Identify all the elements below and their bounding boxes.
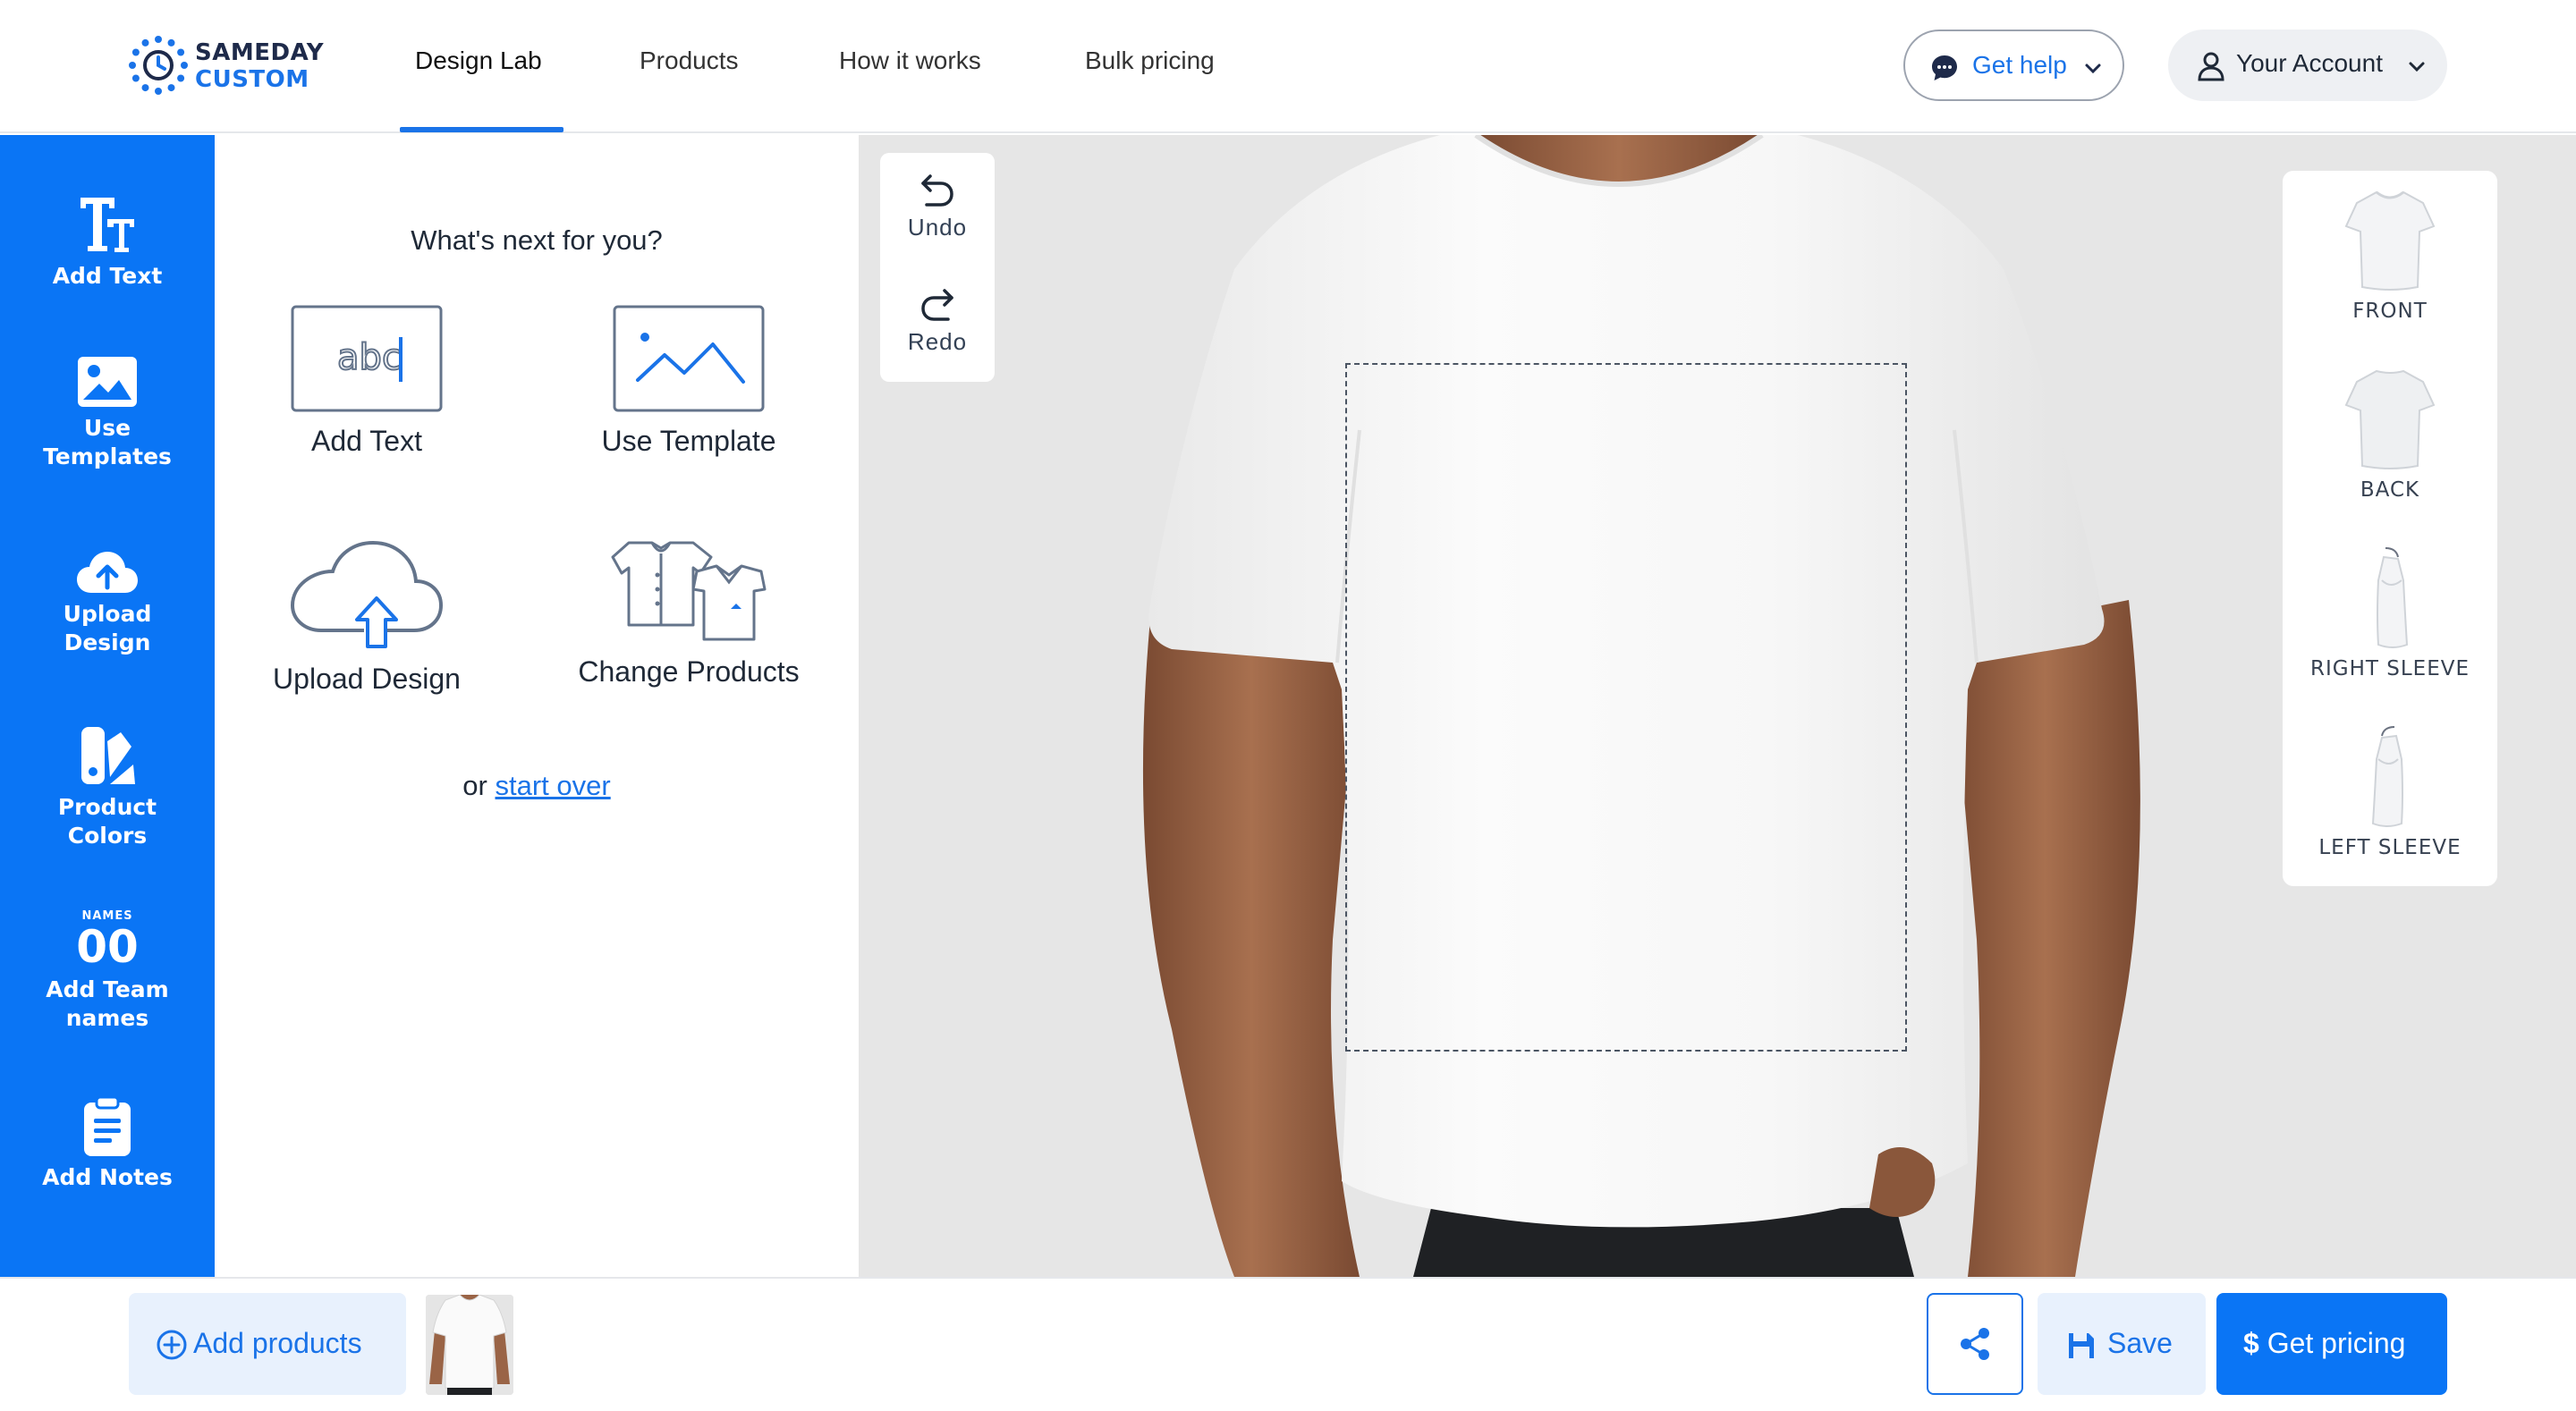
redo-icon	[921, 289, 953, 321]
abc-text-icon: abc	[291, 305, 443, 412]
share-button[interactable]	[1927, 1293, 2023, 1395]
design-canvas[interactable]: Undo Redo FRONT BACK RIGHT SLEEVE LEFT S…	[859, 135, 2576, 1277]
tools-sidebar: Add Text Use Templates Upload Design Pro…	[0, 135, 215, 1277]
undo-label: Undo	[907, 214, 968, 241]
view-label: FRONT	[2352, 300, 2428, 323]
option-label: Add Text	[311, 425, 422, 457]
sidebar-item-label: Add Notes	[42, 1164, 173, 1190]
sidebar-item-label: Product	[57, 794, 157, 820]
sidebar-item-add-notes[interactable]: Add Notes	[0, 1095, 215, 1192]
tshirt-back-thumbnail-icon	[2344, 369, 2436, 469]
start-over-link[interactable]: start over	[495, 770, 610, 801]
get-pricing-text: $ Get pricing	[2243, 1327, 2405, 1360]
option-label: Change Products	[578, 655, 800, 688]
add-text-icon	[80, 198, 134, 252]
view-label: LEFT SLEEVE	[2318, 836, 2462, 859]
clipboard-icon	[84, 1095, 131, 1156]
start-over-line: or start over	[215, 770, 859, 802]
sidebar-item-use-templates[interactable]: Use Templates	[0, 355, 215, 471]
redo-button[interactable]: Redo	[880, 285, 995, 356]
active-tab-underline	[400, 127, 564, 132]
nav-how-it-works[interactable]: How it works	[839, 46, 981, 75]
sidebar-item-label: Colors	[67, 823, 148, 849]
sidebar-item-label: Templates	[43, 444, 172, 469]
print-area-boundary[interactable]	[1345, 363, 1907, 1052]
brand-wordmark: SAMEDAY CUSTOM	[195, 39, 324, 93]
user-icon	[2198, 52, 2224, 81]
tshirt-front-thumbnail-icon	[2344, 190, 2436, 291]
option-label: Upload Design	[273, 663, 461, 695]
sidebar-item-label: Upload	[63, 601, 152, 627]
view-selector-panel: FRONT BACK RIGHT SLEEVE LEFT SLEEVE	[2283, 171, 2497, 886]
view-left-sleeve[interactable]: LEFT SLEEVE	[2283, 723, 2497, 859]
team-names-icon: NAMES 00	[72, 909, 143, 970]
undo-redo-panel: Undo Redo	[880, 153, 995, 382]
sidebar-item-product-colors[interactable]: Product Colors	[0, 725, 215, 850]
tshirt-right-sleeve-thumbnail-icon	[2377, 547, 2409, 648]
sidebar-item-upload-design[interactable]: Upload Design	[0, 548, 215, 657]
get-pricing-label: Get pricing	[2267, 1327, 2406, 1359]
undo-button[interactable]: Undo	[880, 171, 995, 241]
start-over-prefix: or	[462, 770, 487, 801]
cloud-upload-icon	[77, 552, 138, 593]
sidebar-item-label: Use	[83, 415, 131, 441]
chevron-down-icon	[2085, 63, 2101, 74]
panel-title: What's next for you?	[411, 224, 663, 256]
nav-products[interactable]: Products	[640, 46, 739, 75]
sidebar-item-label: names	[65, 1005, 149, 1031]
your-account-label: Your Account	[2236, 49, 2383, 77]
sidebar-item-label: Add Team	[46, 976, 169, 1002]
chevron-down-icon	[2409, 62, 2425, 72]
your-account-button[interactable]: Your Account	[2168, 30, 2447, 101]
svg-text:abc: abc	[337, 337, 402, 378]
view-right-sleeve[interactable]: RIGHT SLEEVE	[2283, 545, 2497, 680]
template-image-icon	[613, 305, 765, 412]
image-icon	[78, 357, 137, 407]
sidebar-item-label: Add Text	[52, 263, 163, 289]
sun-logo-icon	[129, 36, 188, 95]
get-pricing-button[interactable]: $ Get pricing	[2216, 1293, 2447, 1395]
nav-bulk-pricing[interactable]: Bulk pricing	[1085, 46, 1215, 75]
view-label: BACK	[2360, 478, 2420, 502]
option-add-text[interactable]: abc Add Text	[250, 305, 483, 458]
shirts-icon	[611, 541, 767, 641]
brand-line-1: SAMEDAY	[195, 39, 325, 66]
floppy-disk-icon	[2069, 1333, 2094, 1358]
share-icon	[1961, 1328, 1989, 1360]
tshirt-thumbnail-icon	[426, 1295, 513, 1395]
add-products-button[interactable]: Add products	[129, 1293, 406, 1395]
sameday-custom-logo[interactable]: SAMEDAY CUSTOM	[127, 34, 342, 98]
undo-icon	[921, 174, 953, 207]
get-help-button[interactable]: Get help	[1903, 30, 2124, 101]
bottom-toolbar: Add products Save $ Get pricing	[0, 1277, 2576, 1411]
numbers-icon-text: 00	[76, 921, 139, 973]
view-front[interactable]: FRONT	[2283, 187, 2497, 323]
product-thumbnail[interactable]	[426, 1295, 513, 1395]
view-label: RIGHT SLEEVE	[2310, 657, 2470, 680]
sidebar-item-label: Design	[64, 629, 151, 655]
option-use-template[interactable]: Use Template	[564, 305, 814, 458]
chat-bubble-icon	[1932, 55, 1957, 80]
whats-next-panel: What's next for you? abc Add Text Use Te…	[215, 135, 859, 1277]
top-header: SAMEDAY CUSTOM Design Lab Products How i…	[0, 0, 2576, 133]
sidebar-item-add-text[interactable]: Add Text	[0, 192, 215, 291]
get-help-label: Get help	[1972, 51, 2067, 79]
nav-design-lab[interactable]: Design Lab	[415, 46, 542, 75]
add-products-label: Add products	[193, 1327, 362, 1359]
brand-line-2: CUSTOM	[195, 66, 309, 93]
option-upload-design[interactable]: Upload Design	[250, 539, 483, 696]
redo-label: Redo	[907, 328, 968, 355]
option-label: Use Template	[601, 425, 776, 457]
sidebar-item-add-team-names[interactable]: NAMES 00 Add Team names	[0, 909, 215, 1033]
dollar-sign-icon: $	[2243, 1327, 2267, 1359]
cloud-upload-outline-icon	[290, 540, 444, 648]
save-label: Save	[2107, 1327, 2173, 1359]
save-button[interactable]: Save	[2038, 1293, 2206, 1395]
option-change-products[interactable]: Change Products	[564, 539, 814, 689]
color-swatch-icon	[81, 727, 135, 784]
view-back[interactable]: BACK	[2283, 366, 2497, 502]
plus-circle-icon	[157, 1330, 187, 1360]
tshirt-left-sleeve-thumbnail-icon	[2371, 726, 2403, 827]
